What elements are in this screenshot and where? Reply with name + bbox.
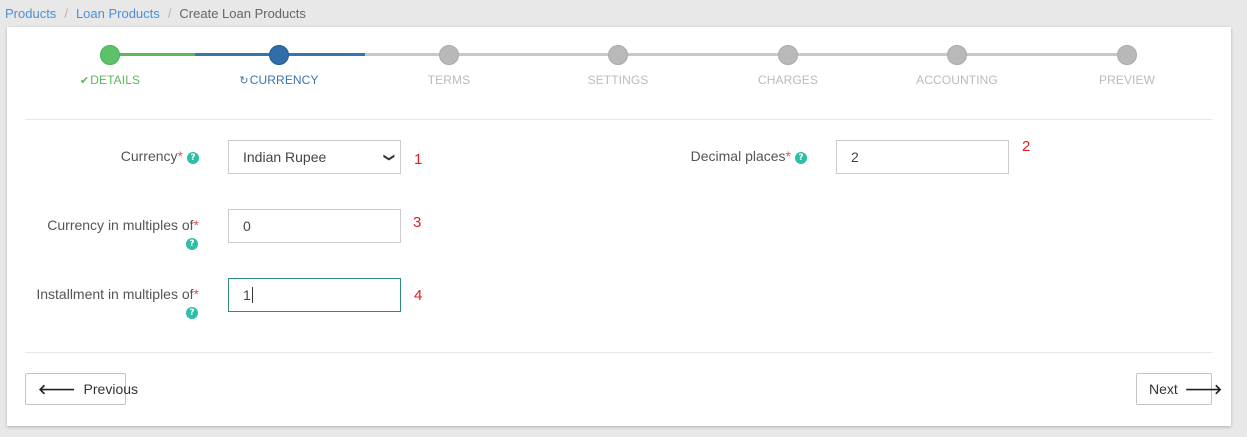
installment-multiples-label: Installment in multiples of*	[36, 286, 199, 302]
annotation-marker-4: 4	[414, 287, 423, 304]
refresh-icon: ↻	[239, 75, 249, 87]
help-icon[interactable]: ?	[795, 152, 807, 164]
breadcrumb-separator: /	[167, 6, 172, 21]
arrow-right-icon: 🡒	[1184, 380, 1223, 397]
breadcrumb-products[interactable]: Products	[5, 6, 56, 21]
step-dot-accounting[interactable]	[947, 45, 967, 65]
text-cursor	[251, 287, 253, 303]
required-mark: *	[785, 148, 791, 164]
step-connector	[365, 53, 1128, 56]
currency-label: Currency*?	[87, 147, 199, 166]
next-button[interactable]: Next 🡒	[1136, 373, 1222, 405]
help-icon[interactable]: ?	[186, 307, 198, 319]
required-mark: *	[193, 286, 199, 302]
step-label-preview[interactable]: PREVIEW	[1052, 73, 1202, 87]
step-connector	[195, 53, 280, 56]
currency-select[interactable]: Indian Rupee ❯	[228, 140, 401, 174]
annotation-marker-2: 2	[1022, 138, 1031, 155]
currency-multiples-label: Currency in multiples of*	[47, 217, 199, 233]
check-icon: ✔	[79, 75, 90, 87]
step-dot-charges[interactable]	[778, 45, 798, 65]
required-mark: *	[193, 217, 199, 233]
chevron-down-icon: ❯	[382, 152, 395, 163]
step-label-details[interactable]: ✔DETAILS	[35, 73, 185, 87]
breadcrumb-separator: /	[64, 6, 68, 21]
decimal-places-label: Decimal places*?	[667, 147, 807, 166]
arrow-left-icon: 🡐	[38, 380, 76, 397]
breadcrumb-loan-products[interactable]: Loan Products	[76, 6, 160, 21]
divider	[25, 352, 1212, 353]
step-label-currency[interactable]: ↻CURRENCY	[204, 73, 354, 87]
currency-multiples-input[interactable]: 0	[228, 209, 401, 243]
annotation-marker-1: 1	[414, 151, 423, 168]
previous-button[interactable]: 🡐 Previous	[25, 373, 138, 405]
step-dot-terms[interactable]	[439, 45, 459, 65]
step-dot-settings[interactable]	[608, 45, 628, 65]
divider	[25, 119, 1212, 120]
step-label-settings[interactable]: SETTINGS	[543, 73, 693, 87]
step-label-terms[interactable]: TERMS	[374, 73, 524, 87]
step-connector	[110, 53, 195, 56]
step-dot-preview[interactable]	[1117, 45, 1137, 65]
step-label-charges[interactable]: CHARGES	[713, 73, 863, 87]
create-loan-product-card: ✔DETAILS ↻CURRENCY TERMS SETTINGS CHARGE…	[7, 27, 1231, 426]
wizard-stepper: ✔DETAILS ↻CURRENCY TERMS SETTINGS CHARGE…	[7, 27, 1231, 97]
step-dot-details[interactable]	[100, 45, 120, 65]
required-mark: *	[177, 148, 183, 164]
installment-multiples-input[interactable]: 1	[228, 278, 401, 312]
decimal-places-input[interactable]: 2	[836, 140, 1009, 174]
annotation-marker-3: 3	[413, 214, 422, 231]
breadcrumb-current: Create Loan Products	[179, 6, 306, 21]
breadcrumb: Products / Loan Products / Create Loan P…	[5, 6, 306, 21]
help-icon[interactable]: ?	[186, 238, 198, 250]
step-label-accounting[interactable]: ACCOUNTING	[882, 73, 1032, 87]
step-connector	[280, 53, 365, 56]
help-icon[interactable]: ?	[187, 152, 199, 164]
step-dot-currency[interactable]	[269, 45, 289, 65]
